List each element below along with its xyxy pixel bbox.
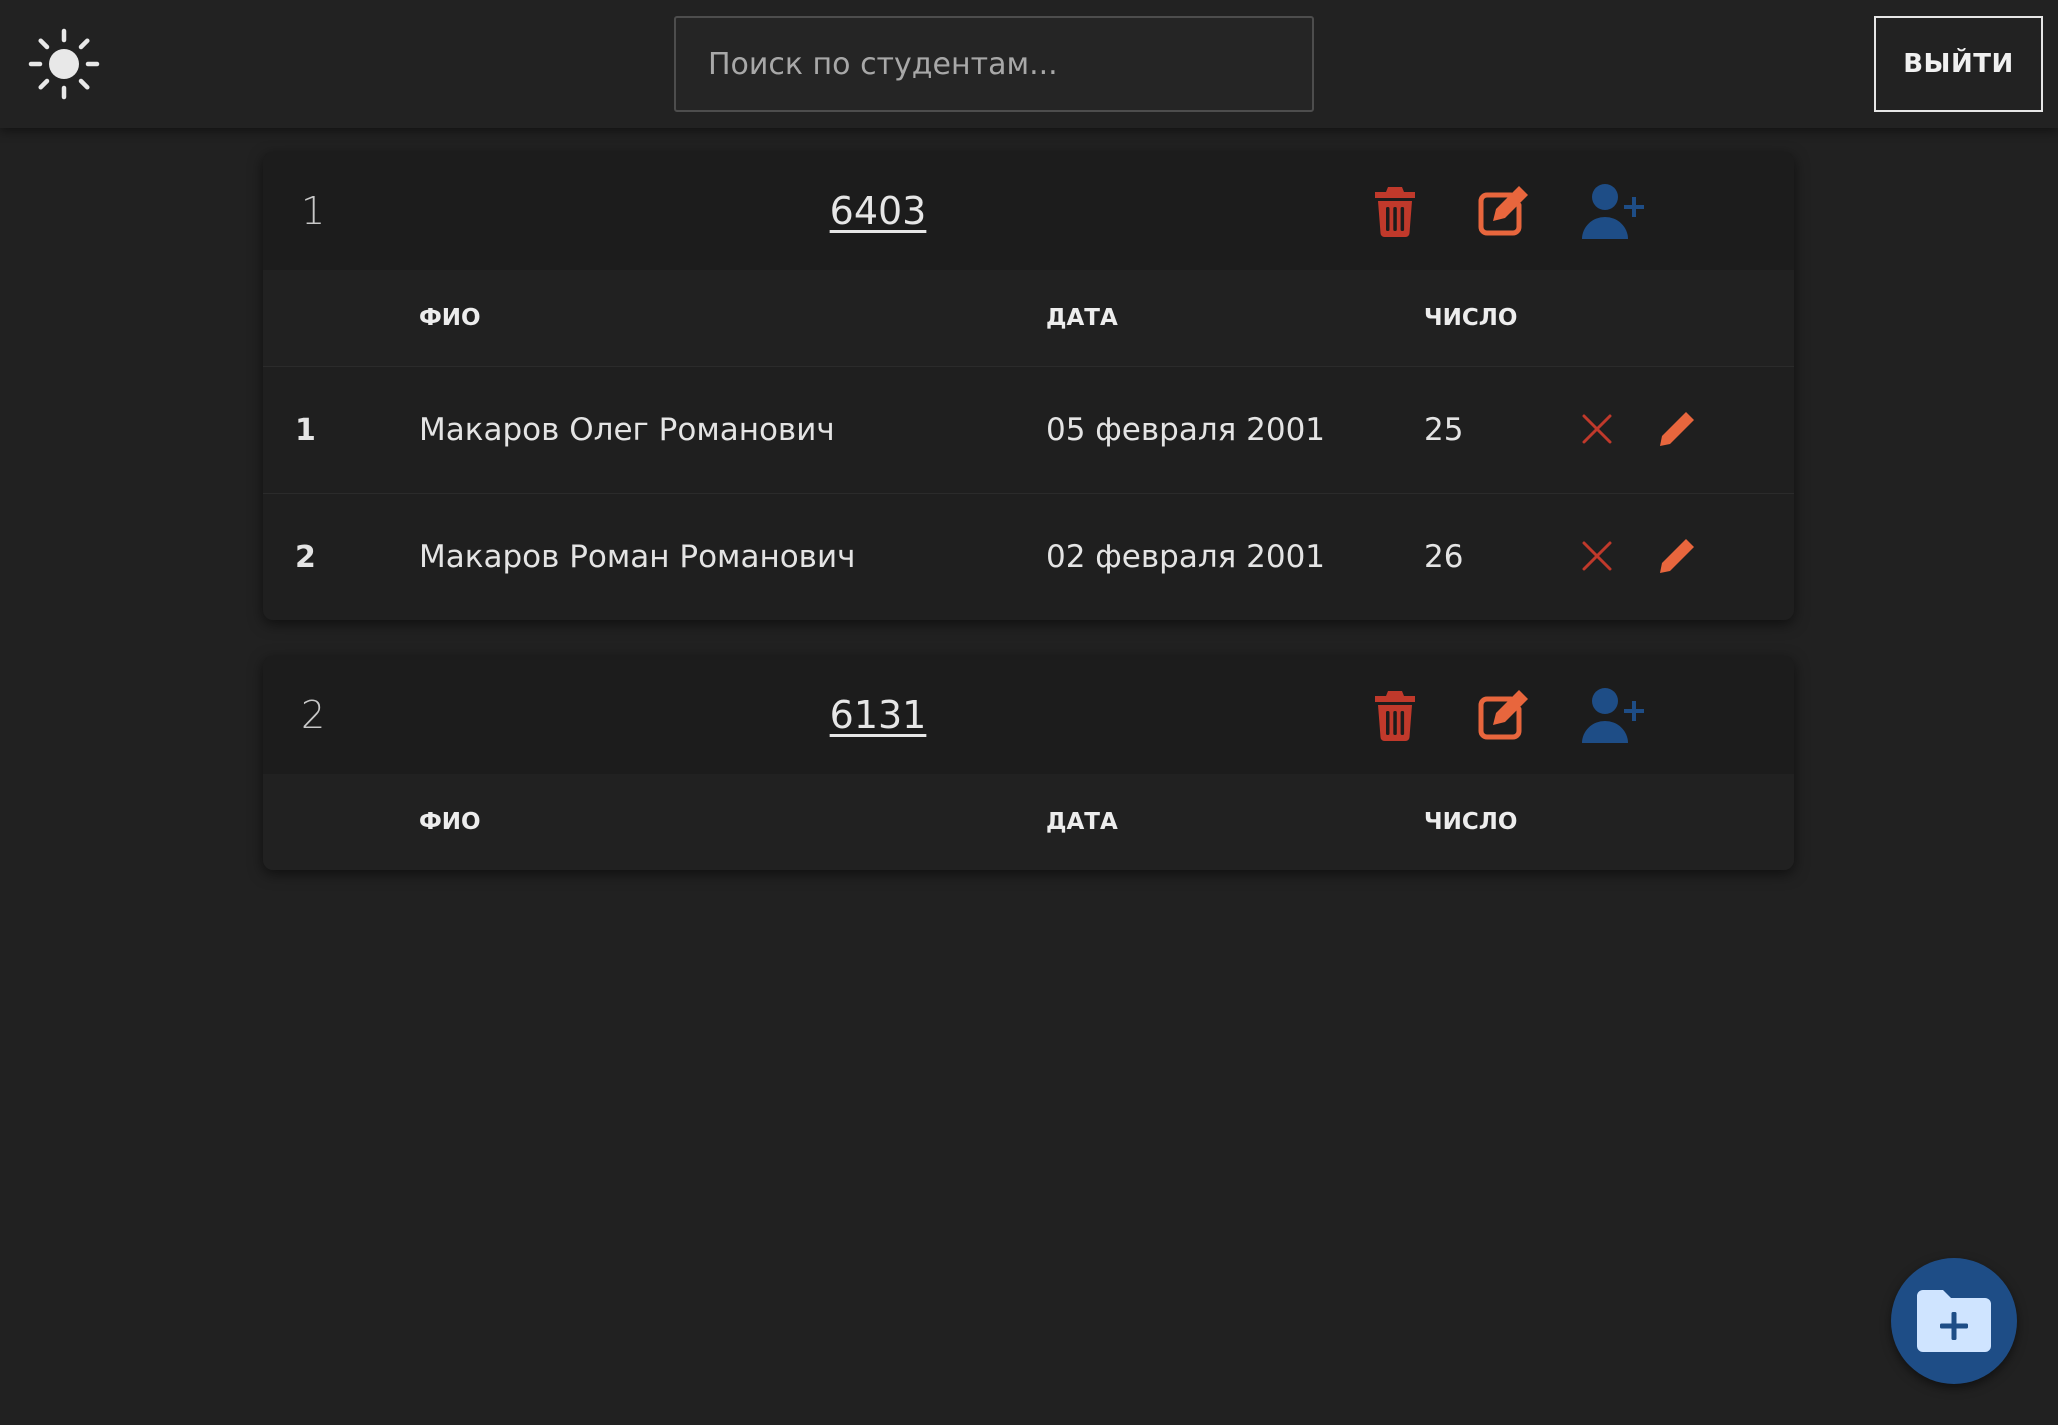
delete-group-button[interactable] <box>1358 678 1432 752</box>
trash-icon <box>1375 187 1415 237</box>
edit-student-button[interactable] <box>1649 401 1705 457</box>
student-number: 26 <box>1424 539 1464 575</box>
column-header-fio: ФИО <box>419 305 481 331</box>
sun-icon <box>28 28 100 100</box>
add-student-button[interactable] <box>1576 174 1650 248</box>
student-number: 25 <box>1424 412 1464 448</box>
edit-icon <box>1478 186 1528 236</box>
pencil-icon <box>1660 412 1694 446</box>
add-group-fab[interactable] <box>1891 1258 2017 1384</box>
edit-icon <box>1478 690 1528 740</box>
table-header: ФИО ДАТА ЧИСЛО <box>263 774 1794 870</box>
table-header: ФИО ДАТА ЧИСЛО <box>263 270 1794 366</box>
trash-icon <box>1375 691 1415 741</box>
column-header-number: ЧИСЛО <box>1424 809 1518 835</box>
user-plus-icon <box>1582 184 1644 239</box>
user-plus-icon <box>1582 688 1644 743</box>
close-icon <box>1582 414 1612 444</box>
group-card: 2 6131 ФИО ДАТА ЧИСЛО <box>263 656 1794 870</box>
group-name-link[interactable]: 6131 <box>263 656 1493 774</box>
student-date: 02 февраля 2001 <box>1046 539 1326 575</box>
remove-student-button[interactable] <box>1569 528 1625 584</box>
group-header: 2 6131 <box>263 656 1794 774</box>
pencil-icon <box>1660 539 1694 573</box>
student-fio: Макаров Роман Романович <box>419 539 856 575</box>
student-date: 05 февраля 2001 <box>1046 412 1326 448</box>
column-header-date: ДАТА <box>1046 305 1118 331</box>
top-bar: ВЫЙТИ <box>0 0 2058 128</box>
row-number: 2 <box>295 539 316 575</box>
column-header-number: ЧИСЛО <box>1424 305 1518 331</box>
table-row: 2 Макаров Роман Романович 02 февраля 200… <box>263 493 1794 620</box>
edit-student-button[interactable] <box>1649 528 1705 584</box>
theme-toggle-button[interactable] <box>28 28 100 100</box>
delete-group-button[interactable] <box>1358 174 1432 248</box>
group-name-link[interactable]: 6403 <box>263 152 1493 270</box>
column-header-fio: ФИО <box>419 809 481 835</box>
table-row: 1 Макаров Олег Романович 05 февраля 2001… <box>263 366 1794 493</box>
row-number: 1 <box>295 412 316 448</box>
logout-button[interactable]: ВЫЙТИ <box>1874 16 2043 112</box>
add-student-button[interactable] <box>1576 678 1650 752</box>
folder-plus-icon <box>1917 1290 1991 1352</box>
remove-student-button[interactable] <box>1569 401 1625 457</box>
edit-group-button[interactable] <box>1466 678 1540 752</box>
edit-group-button[interactable] <box>1466 174 1540 248</box>
column-header-date: ДАТА <box>1046 809 1118 835</box>
group-card: 1 6403 ФИО ДАТА ЧИСЛО 1 Макаров Олег Ром… <box>263 152 1794 620</box>
student-fio: Макаров Олег Романович <box>419 412 835 448</box>
group-header: 1 6403 <box>263 152 1794 270</box>
search-input[interactable] <box>674 16 1314 112</box>
close-icon <box>1582 541 1612 571</box>
